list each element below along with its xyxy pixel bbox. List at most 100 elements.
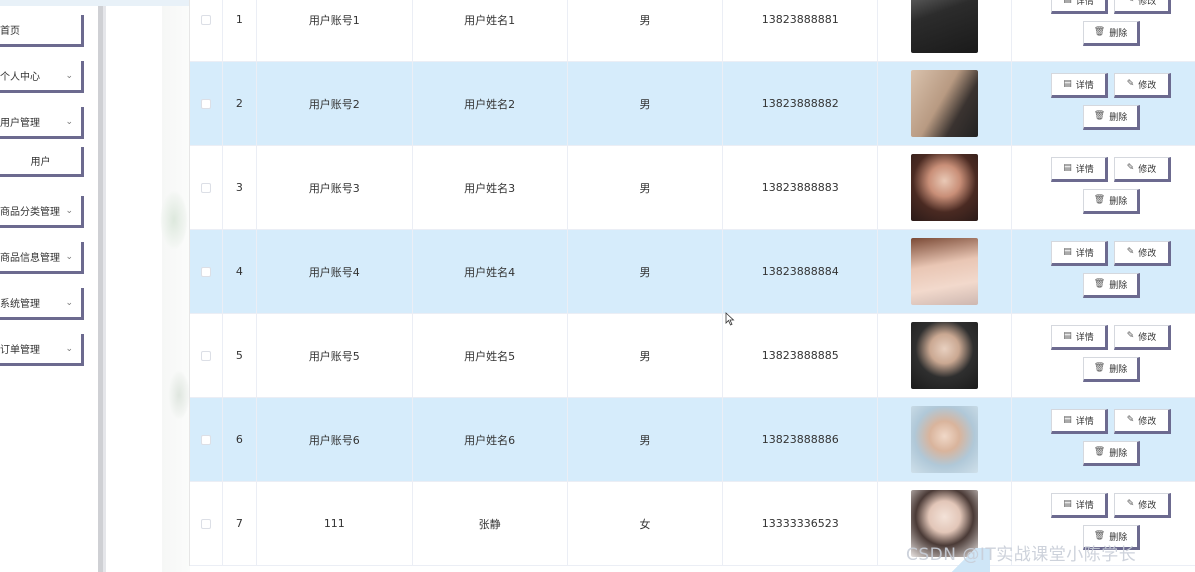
sidebar-item-product-management[interactable]: 商品信息管理 ⌄ [0,242,84,274]
actions-cell: ▤ 详情 ✎ 修改 🗑 删除 [1012,398,1195,481]
user-sex: 男 [568,0,724,61]
user-phone: 13823888881 [723,0,879,61]
row-select-cell [190,482,223,565]
user-account: 用户账号4 [257,230,413,313]
delete-button[interactable]: 🗑 删除 [1083,272,1140,298]
user-phone: 13823888884 [723,230,879,313]
row-checkbox[interactable] [200,518,211,529]
sidebar-scrollbar[interactable] [98,6,106,572]
sidebar-item-label: 商品分类管理 [0,207,60,218]
user-name: 用户姓名4 [413,230,568,313]
sidebar-item-system-management[interactable]: 系统管理 ⌄ [0,288,84,320]
detail-label: 详情 [1075,0,1094,7]
user-name: 用户姓名1 [413,0,568,61]
user-account: 用户账号1 [257,0,413,61]
chevron-down-icon: ⌄ [65,116,73,127]
delete-button[interactable]: 🗑 删除 [1083,188,1140,214]
row-checkbox[interactable] [200,434,211,445]
row-checkbox[interactable] [200,266,211,277]
row-checkbox[interactable] [200,14,211,25]
trash-icon: 🗑 [1093,363,1106,373]
delete-label: 删除 [1109,112,1128,123]
delete-button[interactable]: 🗑 删除 [1083,104,1140,130]
sidebar-item-label: 系统管理 [0,299,40,310]
table-row: 5 用户账号5 用户姓名5 男 13823888885 ▤ 详情 ✎ 修改 🗑 删除 [190,314,1195,398]
user-photo [911,322,979,389]
document-icon: ▤ [1063,415,1072,425]
table-row: 1 用户账号1 用户姓名1 男 13823888881 ▤ 详情 ✎ 修改 🗑 删除 [190,0,1195,62]
user-name: 张静 [413,482,568,565]
row-select-cell [190,0,223,61]
document-icon: ▤ [1063,163,1072,173]
delete-button[interactable]: 🗑 删除 [1083,20,1140,46]
sidebar-item-user-management[interactable]: 用户管理 ⌄ [0,107,84,139]
edit-label: 修改 [1138,500,1157,511]
sidebar-item-order-management[interactable]: 订单管理 ⌄ [0,334,84,366]
edit-label: 修改 [1138,0,1157,7]
actions-cell: ▤ 详情 ✎ 修改 🗑 删除 [1012,230,1195,313]
user-sex: 男 [568,314,724,397]
delete-label: 删除 [1109,28,1128,39]
table-row: 3 用户账号3 用户姓名3 男 13823888883 ▤ 详情 ✎ 修改 🗑 删除 [190,146,1195,230]
user-account: 111 [257,482,413,565]
row-checkbox[interactable] [200,98,211,109]
detail-button[interactable]: ▤ 详情 [1051,0,1108,14]
sidebar: 首页 个人中心 ⌄ 用户管理 ⌄ 用户 商品分类管理 ⌄ 商品信息管理 ⌄ 系统… [0,6,98,572]
actions-cell: ▤ 详情 ✎ 修改 🗑 删除 [1012,146,1195,229]
edit-button[interactable]: ✎ 修改 [1114,156,1171,182]
sidebar-item-personal-center[interactable]: 个人中心 ⌄ [0,61,84,93]
detail-button[interactable]: ▤ 详情 [1051,240,1108,266]
sidebar-item-category-management[interactable]: 商品分类管理 ⌄ [0,196,84,228]
user-phone: 13823888883 [723,146,879,229]
row-checkbox[interactable] [200,182,211,193]
user-photo [911,406,979,473]
user-phone: 13823888886 [723,398,879,481]
row-select-cell [190,146,223,229]
detail-label: 详情 [1075,248,1094,259]
edit-button[interactable]: ✎ 修改 [1114,0,1171,14]
chevron-down-icon: ⌄ [65,297,73,308]
photo-cell [878,230,1012,313]
row-index: 2 [223,62,257,145]
user-sex: 男 [568,146,724,229]
edit-button[interactable]: ✎ 修改 [1114,408,1171,434]
user-name: 用户姓名6 [413,398,568,481]
user-sex: 男 [568,398,724,481]
user-account: 用户账号2 [257,62,413,145]
detail-button[interactable]: ▤ 详情 [1051,156,1108,182]
pencil-icon: ✎ [1126,415,1135,425]
sidebar-subitem-user[interactable]: 用户 [0,147,84,177]
edit-label: 修改 [1138,248,1157,259]
row-checkbox[interactable] [200,350,211,361]
detail-label: 详情 [1075,332,1094,343]
edit-button[interactable]: ✎ 修改 [1114,324,1171,350]
chevron-down-icon: ⌄ [65,70,73,81]
chevron-down-icon: ⌄ [65,205,73,216]
user-photo [911,0,979,53]
delete-button[interactable]: 🗑 删除 [1083,356,1140,382]
edit-button[interactable]: ✎ 修改 [1114,240,1171,266]
detail-button[interactable]: ▤ 详情 [1051,72,1108,98]
detail-label: 详情 [1075,164,1094,175]
detail-button[interactable]: ▤ 详情 [1051,408,1108,434]
edit-button[interactable]: ✎ 修改 [1114,72,1171,98]
edit-button[interactable]: ✎ 修改 [1114,492,1171,518]
user-sex: 男 [568,62,724,145]
document-icon: ▤ [1063,247,1072,257]
photo-cell [878,0,1012,61]
table-row: 2 用户账号2 用户姓名2 男 13823888882 ▤ 详情 ✎ 修改 🗑 删除 [190,62,1195,146]
user-sex: 男 [568,230,724,313]
panel-background [162,6,190,572]
pencil-icon: ✎ [1126,163,1135,173]
detail-button[interactable]: ▤ 详情 [1051,492,1108,518]
row-index: 6 [223,398,257,481]
sidebar-item-home[interactable]: 首页 [0,15,84,47]
row-select-cell [190,314,223,397]
user-phone: 13823888885 [723,314,879,397]
table-row: 4 用户账号4 用户姓名4 男 13823888884 ▤ 详情 ✎ 修改 🗑 删除 [190,230,1195,314]
delete-button[interactable]: 🗑 删除 [1083,440,1140,466]
user-account: 用户账号6 [257,398,413,481]
row-index: 3 [223,146,257,229]
detail-button[interactable]: ▤ 详情 [1051,324,1108,350]
user-phone: 13333336523 [723,482,879,565]
